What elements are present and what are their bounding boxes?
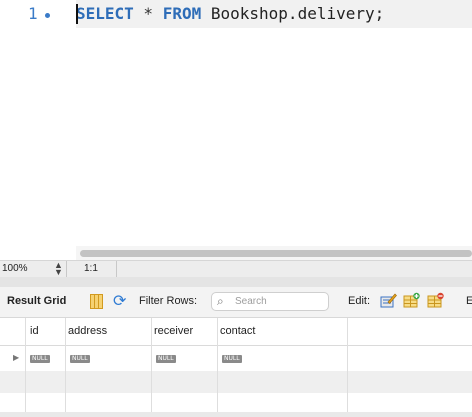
edit-row-icon[interactable] [380, 292, 397, 309]
null-cell[interactable]: NULL [30, 355, 50, 363]
sql-editor[interactable]: 1 SELECT * FROM Bookshop.delivery; [0, 0, 472, 246]
column-header-receiver[interactable]: receiver [154, 325, 193, 337]
result-grid[interactable]: id address receiver contact ▶ NULL NULL … [0, 318, 472, 417]
gutter: 1 [0, 0, 76, 28]
column-divider [65, 318, 66, 417]
column-divider [151, 318, 152, 417]
result-grid-title: Result Grid [7, 295, 67, 307]
null-cell[interactable]: NULL [222, 355, 242, 363]
column-divider [217, 318, 218, 417]
result-toolbar: Result Grid ⟳ Filter Rows: ⌕ Search Edit… [0, 287, 472, 318]
refresh-icon[interactable]: ⟳ [113, 291, 126, 311]
table-row[interactable]: ▶ NULL NULL NULL NULL [0, 346, 472, 371]
delete-row-icon[interactable] [427, 292, 444, 309]
keyword-select: SELECT [76, 4, 134, 23]
status-divider [66, 261, 67, 277]
table-reference: Bookshop.delivery; [201, 4, 385, 23]
column-header-id[interactable]: id [30, 325, 39, 337]
insert-row-icon[interactable] [403, 292, 420, 309]
grid-header-row: id address receiver contact [0, 318, 472, 346]
statement-marker-icon[interactable] [45, 13, 50, 18]
line-number: 1 [28, 4, 38, 23]
null-cell[interactable]: NULL [70, 355, 90, 363]
keyword-from: FROM [162, 4, 202, 23]
column-header-address[interactable]: address [68, 325, 107, 337]
empty-row[interactable] [0, 371, 472, 393]
text-caret [76, 4, 78, 24]
column-header-contact[interactable]: contact [220, 325, 255, 337]
editor-status-bar: 100% ▲ ▼ 1:1 [0, 260, 472, 277]
search-icon: ⌕ [217, 294, 224, 308]
search-placeholder: Search [235, 296, 267, 307]
column-divider [347, 318, 348, 417]
scrollbar-thumb[interactable] [80, 250, 472, 257]
zoom-level[interactable]: 100% [2, 263, 28, 274]
column-divider [25, 318, 26, 417]
filter-rows-label: Filter Rows: [139, 295, 198, 307]
grid-view-icon[interactable] [90, 294, 103, 309]
current-code-line[interactable]: SELECT * FROM Bookshop.delivery; [76, 0, 472, 28]
export-label: E [466, 295, 472, 307]
grid-bottom-edge [0, 412, 472, 417]
panel-splitter[interactable] [0, 277, 472, 287]
star-operator: * [133, 4, 163, 23]
null-cell[interactable]: NULL [156, 355, 176, 363]
row-pointer-icon: ▶ [13, 353, 20, 362]
cursor-position: 1:1 [84, 263, 98, 274]
status-divider [116, 261, 117, 277]
zoom-stepper-icon[interactable]: ▲ ▼ [54, 261, 63, 277]
edit-label: Edit: [348, 295, 371, 307]
search-input[interactable]: ⌕ Search [211, 292, 329, 311]
